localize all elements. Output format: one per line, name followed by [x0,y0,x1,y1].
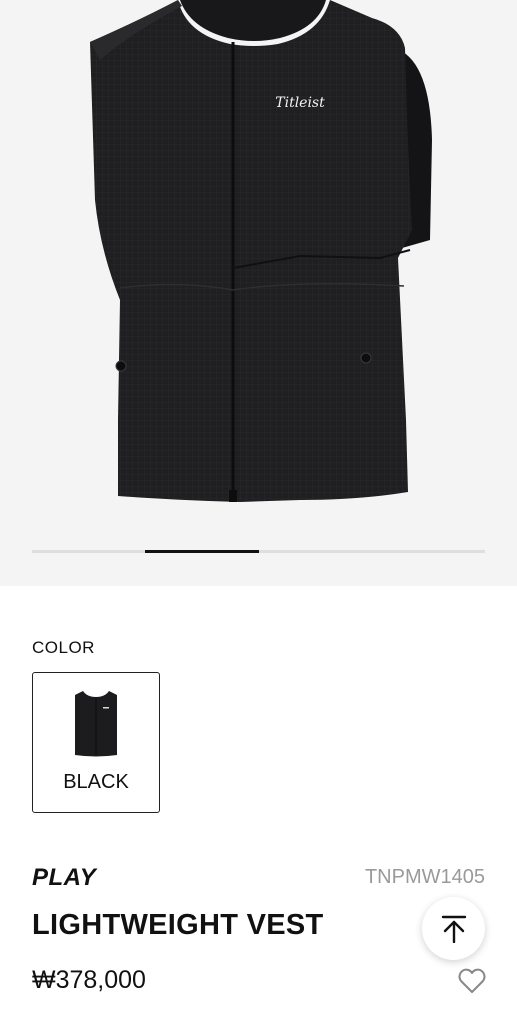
brand-label: PLAY [32,864,97,891]
gallery-progress-indicator [145,550,259,553]
product-sku: TNPMW1405 [364,866,485,888]
color-section-label: COLOR [32,638,95,657]
product-price: ₩378,000 [32,966,146,994]
arrow-up-to-line-icon [441,915,466,943]
color-swatch-black[interactable]: BLACK [32,672,160,813]
product-image-vest: Titleist [90,0,432,502]
scroll-to-top-button[interactable] [422,897,485,960]
product-title: LIGHTWEIGHT VEST [32,909,324,941]
wishlist-heart-icon[interactable] [458,968,486,994]
vest-logo-text: Titleist [275,95,325,111]
product-image-gallery[interactable]: Titleist [0,0,517,586]
color-swatch-label: BLACK [63,771,129,793]
swatch-thumbnail-vest [75,691,117,757]
gallery-progress-track [32,550,485,553]
